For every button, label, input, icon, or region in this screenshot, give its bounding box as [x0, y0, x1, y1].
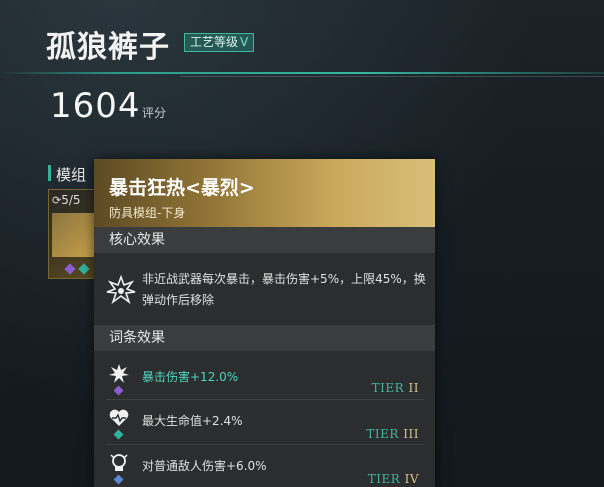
tier-label: TIER [366, 427, 399, 441]
module-section-title: 模组 [56, 166, 87, 184]
module-count: ⟳5/5 [52, 193, 81, 207]
core-effect-icon [106, 275, 136, 305]
tier-roman: II [408, 381, 419, 395]
module-tooltip: 暴击狂热<暴烈> 防具模组-下身 核心效果 非近战武器每次暴击，暴击伤害+5%，… [94, 159, 435, 487]
item-name: 孤狼裤子 [46, 30, 170, 65]
trait-gem-icon [113, 385, 124, 396]
core-effect-text: 非近战武器每次暴击，暴击伤害+5%，上限45%，换弹动作后移除 [142, 272, 426, 307]
core-effect-header: 核心效果 [94, 227, 435, 253]
trait-tier: TIER III [366, 427, 419, 441]
trait-tier: TIER II [372, 381, 419, 395]
score-value: 1604 [50, 86, 141, 126]
trait-text: 对普通敌人伤害+6.0% [142, 459, 267, 473]
cycle-icon: ⟳ [52, 194, 62, 207]
header-divider-thin [180, 76, 604, 77]
trait-gem-icon [113, 429, 124, 440]
header-divider [0, 72, 604, 74]
craft-level-value: V [240, 35, 249, 49]
trait-text: 最大生命值+2.4% [142, 414, 243, 428]
traits-header: 词条效果 [94, 325, 435, 351]
heart-icon [109, 409, 129, 426]
module-name: 暴击狂热<暴烈> [109, 177, 255, 199]
module-type: 防具模组-下身 [109, 206, 186, 220]
enemy-damage-icon [110, 454, 128, 471]
score-label: 评分 [142, 106, 167, 120]
module-count-value: 5/5 [61, 193, 81, 207]
tier-label: TIER [367, 472, 401, 486]
module-art-icon [52, 213, 96, 257]
tier-label: TIER [371, 381, 405, 395]
module-section-marker [48, 165, 51, 181]
trait-divider [106, 444, 424, 445]
tier-roman: III [403, 427, 419, 441]
crit-burst-icon [109, 364, 129, 383]
craft-level-badge: 工艺等级 V [184, 33, 255, 52]
trait-gem-icon [113, 474, 124, 485]
trait-text: 暴击伤害+12.0% [142, 370, 239, 384]
trait-divider [106, 399, 424, 400]
craft-level-label: 工艺等级 [190, 35, 239, 49]
tier-roman: IV [404, 472, 419, 486]
tooltip-header: 暴击狂热<暴烈> 防具模组-下身 [94, 159, 435, 227]
trait-tier: TIER IV [368, 472, 419, 486]
